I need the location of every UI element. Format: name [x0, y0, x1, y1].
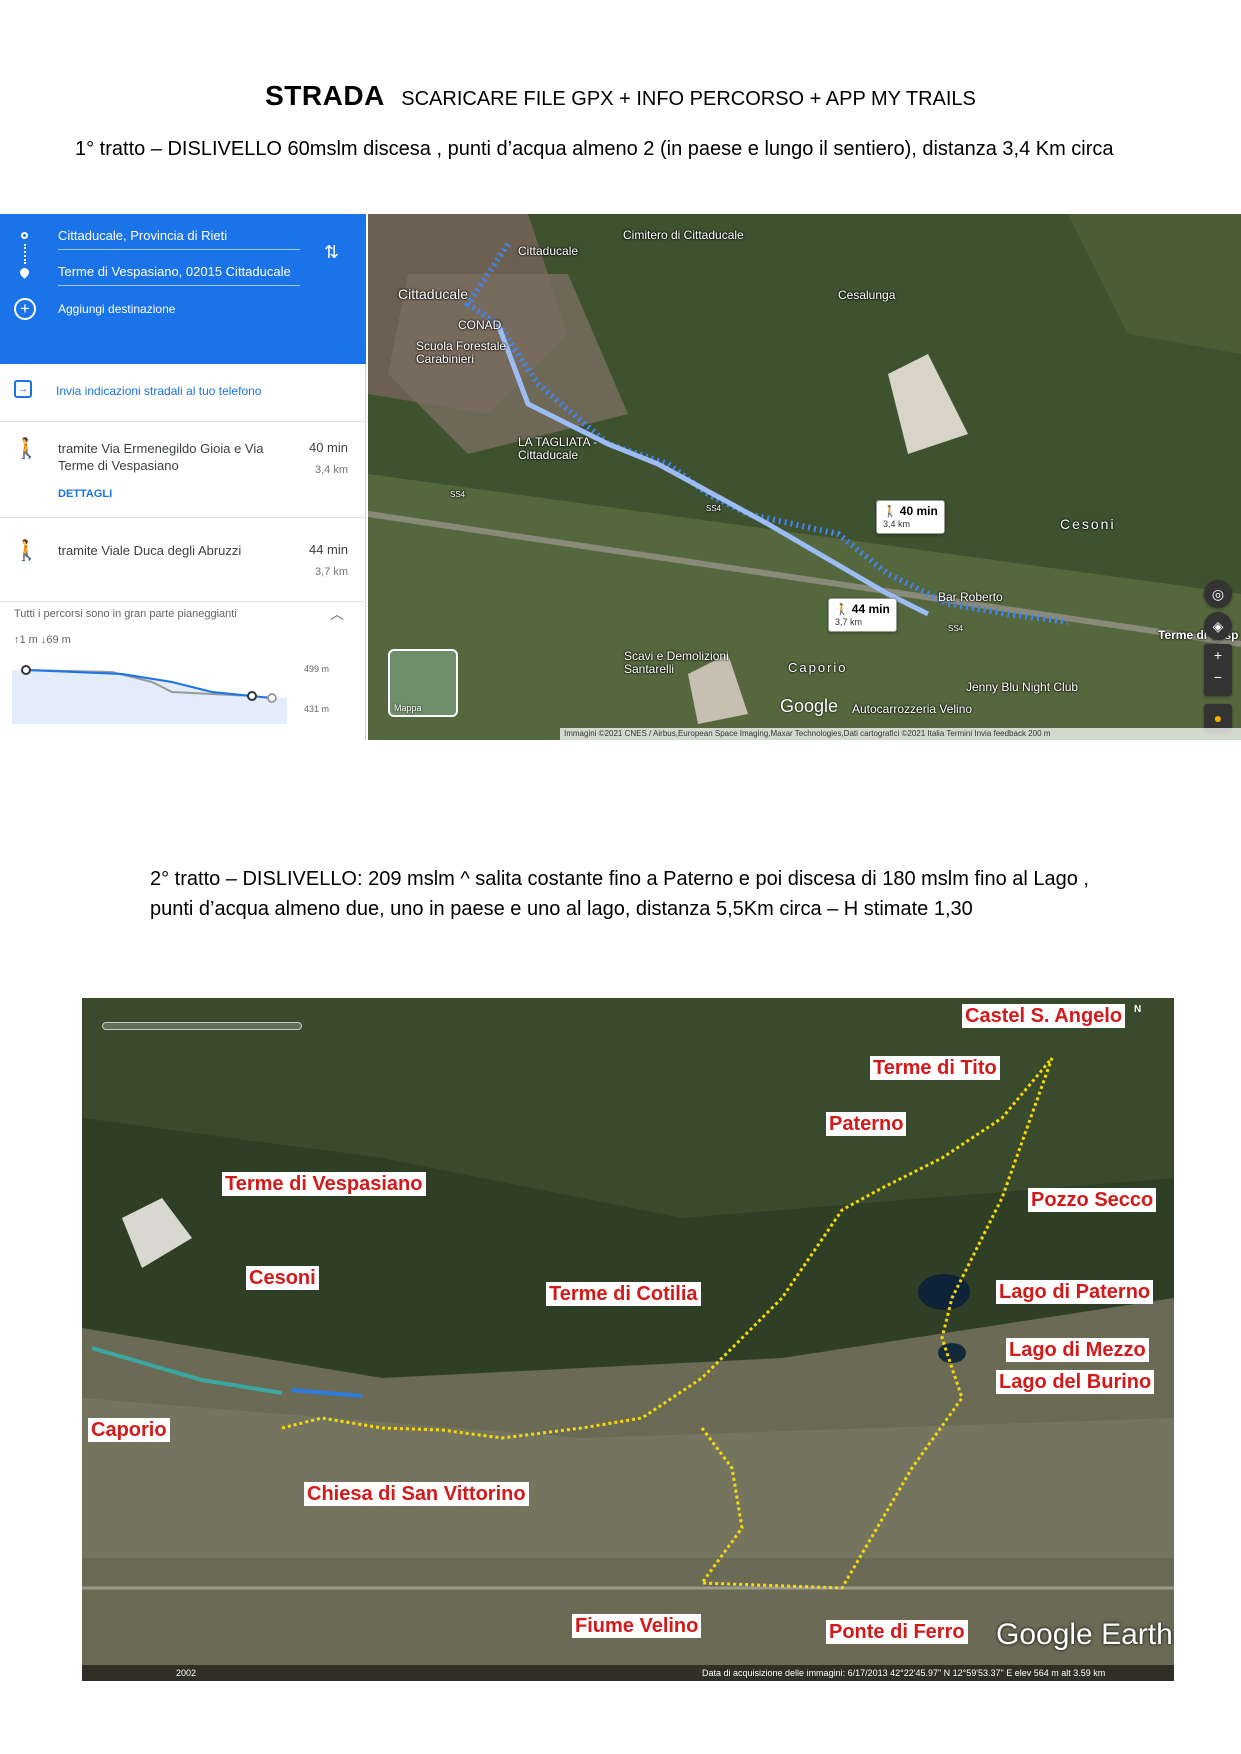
map-label: Cittaducale: [518, 244, 579, 258]
directions-header: Cittaducale, Provincia di Rieti Terme di…: [0, 214, 366, 354]
walking-icon: 🚶: [883, 506, 897, 518]
walking-icon: 🚶: [835, 604, 849, 616]
chevron-up-icon[interactable]: ︿: [330, 604, 344, 624]
map-label: LA TAGLIATA - Cittaducale: [518, 435, 598, 462]
time-slider[interactable]: [102, 1022, 302, 1030]
elevation-profile: [12, 660, 352, 724]
elevation-summary: Tutti i percorsi sono in gran parte pian…: [14, 608, 237, 620]
section2-line1: 2° tratto – DISLIVELLO: 209 mslm ^ salit…: [150, 868, 1089, 890]
elevation-max: 499 m: [304, 664, 330, 674]
route-via: tramite Viale Duca degli Abruzzi: [58, 543, 242, 558]
place-label: Lago del Burino: [996, 1370, 1155, 1394]
place-label: Terme di Cotilia: [546, 1282, 701, 1306]
section1-text: 1° tratto – DISLIVELLO 60mslm discesa , …: [75, 138, 1114, 160]
route-via: tramite Via Ermenegildo Gioia e Via Term…: [58, 441, 264, 473]
map-label: Cimitero di Cittaducale: [623, 228, 744, 242]
place-label: Lago di Mezzo: [1006, 1338, 1149, 1362]
route-distance: 3,7 km: [835, 617, 863, 627]
map-label: Autocarrozzeria Velino: [852, 702, 973, 716]
place-label: Paterno: [826, 1112, 907, 1136]
google-earth-logo: Google Earth: [996, 1618, 1173, 1651]
google-maps-screenshot: Cittaducale, Provincia di Rieti Terme di…: [0, 214, 1241, 740]
map-label: Scuola Forestale Carabinieri: [416, 339, 507, 366]
place-label: Chiesa di San Vittorino: [304, 1482, 529, 1506]
map-label: Jenny Blu Night Club: [966, 680, 1079, 694]
road-label: SS4: [706, 504, 722, 513]
section2-line2: punti d’acqua almeno due, uno in paese e…: [150, 898, 973, 920]
globe-icon[interactable]: ◎: [1204, 580, 1232, 608]
map-label: Caporio: [788, 660, 848, 675]
imagery-info: Data di acquisizione delle immagini: 6/1…: [702, 1668, 1106, 1678]
map-type-label: Mappa: [394, 703, 422, 713]
route-time: 40 min: [899, 504, 938, 518]
walking-icon: 🚶: [14, 540, 39, 562]
route-option-2[interactable]: 🚶 tramite Viale Duca degli Abruzzi 44 mi…: [0, 518, 366, 602]
road-label: SS4: [450, 490, 466, 499]
elevation-min: 431 m: [304, 704, 330, 714]
map-label: Cesalunga: [838, 288, 896, 302]
elevation-stats: ↑1 m ↓69 m: [14, 634, 71, 646]
send-to-phone-icon: →: [14, 380, 32, 398]
swap-icon[interactable]: ⇅: [324, 242, 339, 263]
header-strip: [0, 354, 366, 364]
place-label: Caporio: [88, 1418, 170, 1442]
satellite-map[interactable]: Cittaducale Cimitero di Cittaducale Citt…: [368, 214, 1241, 740]
place-label: Fiume Velino: [572, 1614, 702, 1638]
map-attribution: Immagini ©2021 CNES / Airbus,European Sp…: [560, 728, 1241, 740]
imagery-info-bar: 2002 Data di acquisizione delle immagini…: [82, 1665, 1174, 1681]
zoom-controls[interactable]: + −: [1204, 644, 1232, 696]
place-label: Castel S. Angelo: [962, 1004, 1126, 1028]
year-label: 2002: [176, 1668, 197, 1678]
place-label: Ponte di Ferro: [826, 1620, 968, 1644]
google-earth-screenshot: N Castel S. Angelo Terme di Tito Paterno…: [82, 998, 1174, 1681]
route-distance: 3,7 km: [314, 566, 348, 578]
route-dots-icon: [24, 244, 26, 264]
send-to-phone-row[interactable]: → Invia indicazioni stradali al tuo tele…: [0, 364, 366, 422]
route-time: 44 min: [308, 542, 348, 557]
destination-pin-icon: [18, 266, 31, 279]
map-label: Scavi e Demolizioni Santarelli: [624, 649, 729, 676]
title-main: STRADA: [265, 80, 385, 111]
directions-panel: Cittaducale, Provincia di Rieti Terme di…: [0, 214, 366, 740]
road-label: SS4: [948, 624, 964, 633]
document-title: STRADA SCARICARE FILE GPX + INFO PERCORS…: [0, 80, 1241, 112]
add-destination-label[interactable]: Aggiungi destinazione: [58, 302, 175, 316]
route-time-box[interactable]: 🚶 44 min 3,7 km: [828, 598, 897, 632]
compass-icon[interactable]: N: [1134, 1004, 1141, 1015]
place-label: Pozzo Secco: [1028, 1188, 1157, 1212]
origin-field[interactable]: Cittaducale, Provincia di Rieti: [58, 228, 300, 250]
map-label: Cesoni: [1060, 516, 1116, 532]
route-time-box[interactable]: 🚶 40 min 3,4 km: [876, 500, 945, 534]
map-label: Bar Roberto: [938, 590, 1003, 604]
add-destination-icon[interactable]: +: [14, 298, 36, 320]
route-time: 40 min: [308, 440, 348, 455]
map-type-toggle[interactable]: Mappa: [388, 649, 458, 717]
map-label: CONAD: [458, 318, 502, 332]
google-logo: Google: [780, 696, 839, 716]
route-time: 44 min: [851, 602, 890, 616]
title-subtitle: SCARICARE FILE GPX + INFO PERCORSO + APP…: [401, 88, 976, 110]
place-label: Lago di Paterno: [996, 1280, 1154, 1304]
origin-dot-icon: [21, 232, 28, 239]
compass-icon[interactable]: ◈: [1204, 612, 1232, 640]
place-label: Terme di Tito: [870, 1056, 1000, 1080]
map-label: Cittaducale: [398, 286, 469, 302]
destination-field[interactable]: Terme di Vespasiano, 02015 Cittaducale: [58, 264, 300, 286]
place-label: Terme di Vespasiano: [222, 1172, 426, 1196]
details-link[interactable]: DETTAGLI: [58, 488, 112, 500]
walking-icon: 🚶: [14, 438, 39, 460]
send-to-phone-label[interactable]: Invia indicazioni stradali al tuo telefo…: [56, 384, 261, 398]
route-distance: 3,4 km: [883, 519, 911, 529]
place-label: Cesoni: [246, 1266, 319, 1290]
route-distance: 3,4 km: [314, 464, 348, 476]
route-option-1[interactable]: 🚶 tramite Via Ermenegildo Gioia e Via Te…: [0, 422, 366, 518]
